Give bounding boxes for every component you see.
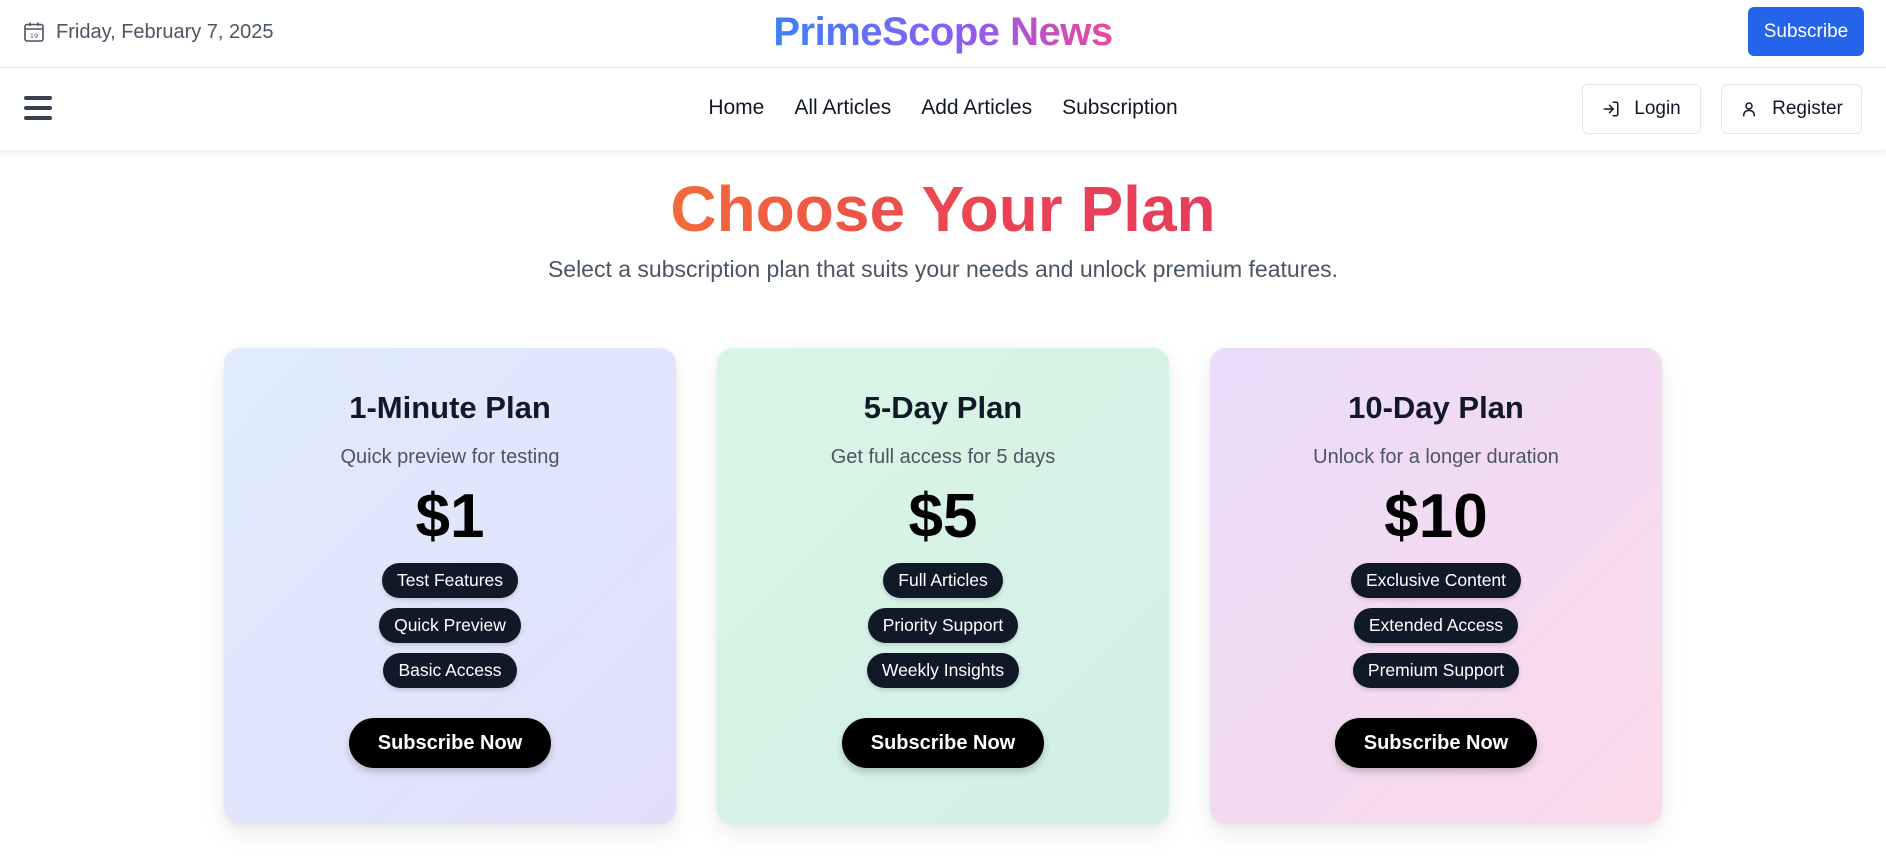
- plan-features: Full Articles Priority Support Weekly In…: [717, 563, 1169, 689]
- nav-link-subscription[interactable]: Subscription: [1062, 96, 1178, 120]
- page-subtitle: Select a subscription plan that suits yo…: [547, 256, 1339, 282]
- plan-description: Unlock for a longer duration: [1313, 446, 1559, 468]
- feature-badge: Weekly Insights: [866, 653, 1020, 689]
- plan-price: $5: [908, 482, 978, 551]
- feature-badge: Extended Access: [1353, 608, 1519, 644]
- plan-description: Quick preview for testing: [340, 446, 560, 468]
- login-label: Login: [1634, 98, 1681, 119]
- page-title-text: Choose Your Plan: [670, 173, 1216, 245]
- nav-link-all-articles[interactable]: All Articles: [794, 96, 891, 120]
- register-button[interactable]: Register: [1721, 84, 1862, 134]
- plan-name: 1-Minute Plan: [349, 390, 551, 425]
- plan-price: $10: [1384, 482, 1488, 551]
- feature-badge: Basic Access: [383, 653, 517, 689]
- feature-badge: Full Articles: [883, 563, 1003, 599]
- subscribe-button[interactable]: Subscribe: [1748, 7, 1864, 56]
- login-button[interactable]: Login: [1582, 84, 1701, 134]
- plan-features: Test Features Quick Preview Basic Access: [224, 563, 676, 689]
- feature-badge: Priority Support: [867, 608, 1019, 644]
- plan-description: Get full access for 5 days: [830, 446, 1056, 468]
- feature-badge: Quick Preview: [379, 608, 521, 644]
- top-bar: 19 Friday, February 7, 2025 PrimeScope N…: [0, 0, 1886, 68]
- subscribe-now-button[interactable]: Subscribe Now: [1334, 718, 1538, 769]
- feature-badge: Test Features: [381, 563, 519, 599]
- plan-name: 10-Day Plan: [1348, 390, 1524, 425]
- nav-link-add-articles[interactable]: Add Articles: [921, 96, 1032, 120]
- page-title: Choose Your Plan: [0, 172, 1886, 246]
- plan-card-1-minute: 1-Minute Plan Quick preview for testing …: [224, 348, 676, 824]
- site-logo[interactable]: PrimeScope News: [0, 10, 1886, 55]
- plan-card-10-day: 10-Day Plan Unlock for a longer duration…: [1210, 348, 1662, 824]
- plan-features: Exclusive Content Extended Access Premiu…: [1210, 563, 1662, 689]
- subscribe-now-button[interactable]: Subscribe Now: [348, 718, 552, 769]
- site-title[interactable]: PrimeScope News: [773, 10, 1113, 54]
- plan-price: $1: [415, 482, 485, 551]
- nav-link-home[interactable]: Home: [708, 96, 764, 120]
- plan-name: 5-Day Plan: [863, 390, 1023, 425]
- user-icon: [1743, 102, 1756, 117]
- login-arrow-icon: [1603, 101, 1619, 117]
- subscribe-now-button[interactable]: Subscribe Now: [841, 718, 1045, 769]
- feature-badge: Exclusive Content: [1350, 563, 1522, 599]
- plan-card-5-day: 5-Day Plan Get full access for 5 days $5…: [717, 348, 1169, 824]
- register-label: Register: [1772, 98, 1843, 119]
- main-nav: Home All Articles Add Articles Subscript…: [0, 69, 1886, 150]
- feature-badge: Premium Support: [1352, 653, 1520, 689]
